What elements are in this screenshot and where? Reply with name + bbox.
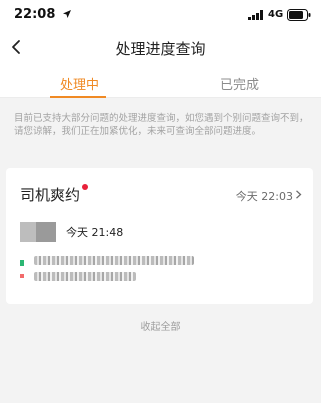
status-marker-red xyxy=(20,274,24,278)
tab-bar: 处理中 已完成 xyxy=(0,66,321,98)
network-type: 4G xyxy=(268,9,284,20)
message-time: 今天 21:48 xyxy=(66,226,124,239)
avatar xyxy=(20,222,56,242)
status-marker-green xyxy=(20,260,24,266)
collapse-all-link[interactable]: 收起全部 xyxy=(0,318,321,333)
status-bar: 22:08 4G xyxy=(0,0,321,30)
notice-text: 目前已支持大部分问题的处理进度查询，如您遇到个别问题查询不到，请您谅解，我们正在… xyxy=(14,113,309,137)
status-time: 22:08 xyxy=(14,7,56,22)
location-arrow-icon xyxy=(63,10,71,18)
signal-bars-icon xyxy=(248,10,263,20)
redacted-text-line xyxy=(34,256,194,265)
tab-completed[interactable]: 已完成 xyxy=(220,74,259,93)
issue-title: 司机爽约 xyxy=(20,186,81,204)
active-tab-indicator xyxy=(50,96,106,98)
page-title: 处理进度查询 xyxy=(115,40,206,58)
unread-dot xyxy=(82,184,88,190)
nav-bar: 处理进度查询 xyxy=(0,30,321,66)
issue-card[interactable]: 司机爽约 今天 22:03 今天 21:48 xyxy=(6,168,313,304)
battery-icon xyxy=(287,9,311,21)
chevron-right-icon xyxy=(296,190,302,199)
redacted-text-line xyxy=(34,272,136,281)
tab-in-progress[interactable]: 处理中 xyxy=(60,74,99,93)
issue-time: 今天 22:03 xyxy=(235,190,293,203)
